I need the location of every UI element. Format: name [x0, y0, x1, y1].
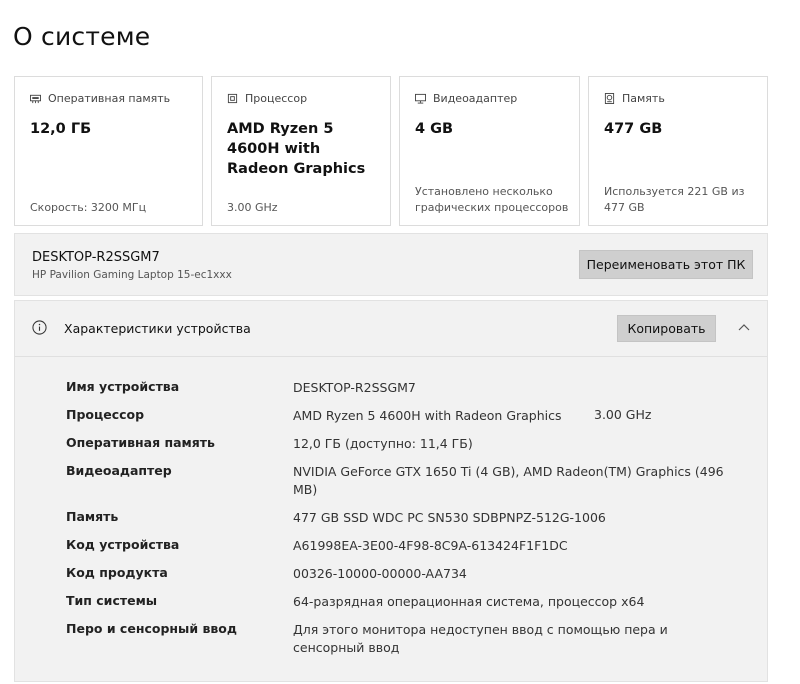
spec-label: Код продукта	[66, 565, 168, 580]
card-ram: Оперативная память 12,0 ГБ Скорость: 320…	[14, 76, 203, 226]
processor-icon	[227, 93, 238, 104]
spec-label: Тип системы	[66, 593, 158, 608]
card-footer: Используется 221 GB из 477 GB	[604, 185, 745, 214]
spec-value: A61998EA-3E00-4F98-8C9A-613424F1F1DC	[293, 538, 568, 553]
card-storage: Память 477 GB Используется 221 GB из 477…	[588, 76, 768, 226]
spec-value: 477 GB SSD WDC PC SN530 SDBPNPZ-512G-100…	[293, 510, 606, 525]
device-specifications-panel: Характеристики устройства Копировать Имя…	[14, 300, 768, 682]
card-footer: 3.00 GHz	[227, 201, 278, 214]
spec-label: Видеоадаптер	[66, 463, 172, 478]
spec-value: 12,0 ГБ (доступно: 11,4 ГБ)	[293, 436, 473, 451]
spec-value: 64-разрядная операционная система, проце…	[293, 594, 645, 609]
summary-cards: Оперативная память 12,0 ГБ Скорость: 320…	[14, 76, 768, 226]
spec-label: Оперативная память	[66, 435, 215, 450]
rename-pc-button[interactable]: Переименовать этот ПК	[579, 250, 753, 279]
device-model: HP Pavilion Gaming Laptop 15-ec1xxx	[32, 269, 232, 281]
chevron-up-icon[interactable]	[737, 320, 751, 334]
card-label: Оперативная память	[48, 92, 171, 105]
card-value: 12,0 ГБ	[30, 121, 92, 137]
ram-icon	[30, 93, 41, 104]
card-gpu: Видеоадаптер 4 GB Установлено несколько …	[399, 76, 580, 226]
card-value: 477 GB	[604, 121, 663, 137]
spec-value-extra: 3.00 GHz	[594, 407, 652, 422]
spec-label: Перо и сенсорный ввод	[66, 621, 237, 636]
card-label: Память	[622, 92, 665, 105]
spec-value: AMD Ryzen 5 4600H with Radeon Graphics	[293, 408, 562, 423]
monitor-icon	[415, 93, 426, 104]
card-label: Видеоадаптер	[433, 92, 518, 105]
spec-value: NVIDIA GeForce GTX 1650 Ti (4 GB), AMD R…	[293, 464, 724, 497]
storage-icon	[604, 93, 615, 104]
page-title: О системе	[13, 22, 151, 51]
device-name-bar: DESKTOP-R2SSGM7 HP Pavilion Gaming Lapto…	[14, 233, 768, 296]
card-label: Процессор	[245, 92, 308, 105]
copy-button[interactable]: Копировать	[617, 315, 716, 342]
spec-label: Код устройства	[66, 537, 180, 552]
card-value: AMD Ryzen 5 4600H with Radeon Graphics	[227, 121, 366, 177]
specifications-title: Характеристики устройства	[64, 321, 251, 336]
info-icon	[32, 320, 47, 335]
card-processor: Процессор AMD Ryzen 5 4600H with Radeon …	[211, 76, 391, 226]
specifications-header[interactable]: Характеристики устройства Копировать	[15, 301, 767, 357]
spec-label: Память	[66, 509, 119, 524]
spec-value: Для этого монитора недоступен ввод с пом…	[293, 622, 668, 655]
spec-value: 00326-10000-00000-AA734	[293, 566, 467, 581]
card-value: 4 GB	[415, 121, 454, 137]
card-footer: Скорость: 3200 МГц	[30, 201, 147, 214]
card-footer: Установлено несколько графических процес…	[415, 185, 569, 214]
device-name: DESKTOP-R2SSGM7	[32, 250, 160, 265]
spec-value: DESKTOP-R2SSGM7	[293, 380, 416, 395]
spec-label: Имя устройства	[66, 379, 180, 394]
spec-label: Процессор	[66, 407, 145, 422]
